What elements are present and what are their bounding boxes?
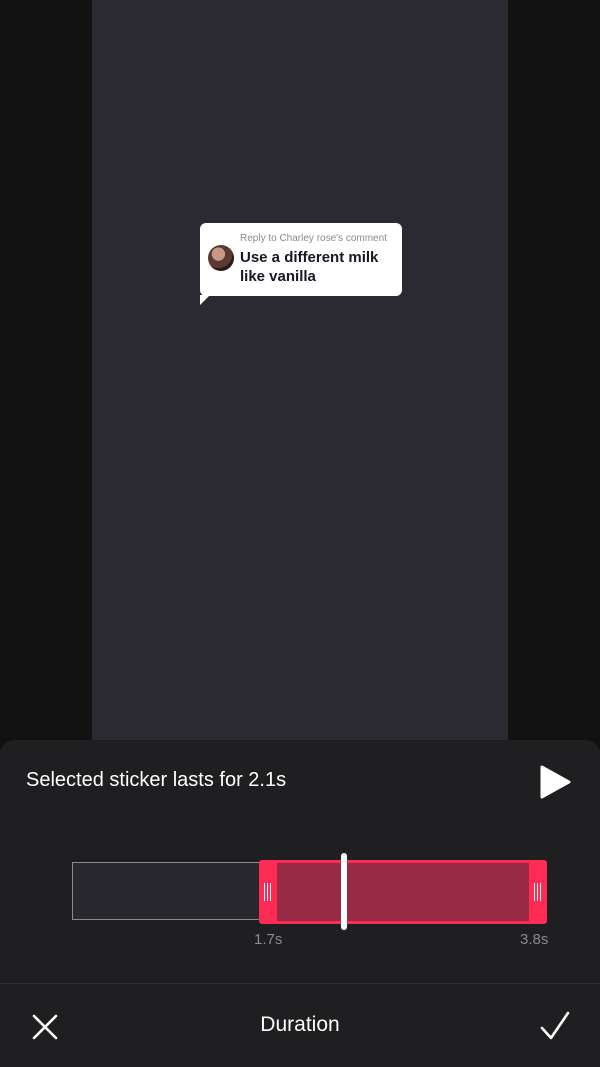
selection-range [277,863,529,921]
drag-grip-icon [534,883,542,901]
video-preview: Reply to Charley rose's comment Use a di… [92,0,508,740]
end-time-label: 3.8s [520,931,549,948]
checkmark-icon [540,1011,570,1040]
start-trim-handle[interactable] [259,860,277,924]
drag-grip-icon [264,883,272,901]
reply-to-label: Reply to Charley rose's comment [240,233,387,244]
play-icon [540,765,571,799]
comment-text: Use a different milk like vanilla [240,249,379,285]
playhead[interactable] [341,853,347,930]
duration-panel: Selected sticker lasts for 2.1s 1.7s 3.8… [0,740,600,1067]
duration-title: Selected sticker lasts for 2.1s [26,769,287,791]
bottom-bar-title: Duration [260,1013,340,1036]
end-trim-handle[interactable] [529,860,547,924]
play-button[interactable] [538,764,572,800]
comment-reply-sticker[interactable]: Reply to Charley rose's comment Use a di… [200,223,402,305]
divider [0,983,600,984]
screen: Reply to Charley rose's comment Use a di… [0,0,600,1067]
confirm-button[interactable] [539,1010,571,1042]
start-time-label: 1.7s [254,931,283,948]
duration-selection[interactable] [259,860,547,924]
avatar [208,245,234,271]
timeline-track [72,862,260,920]
